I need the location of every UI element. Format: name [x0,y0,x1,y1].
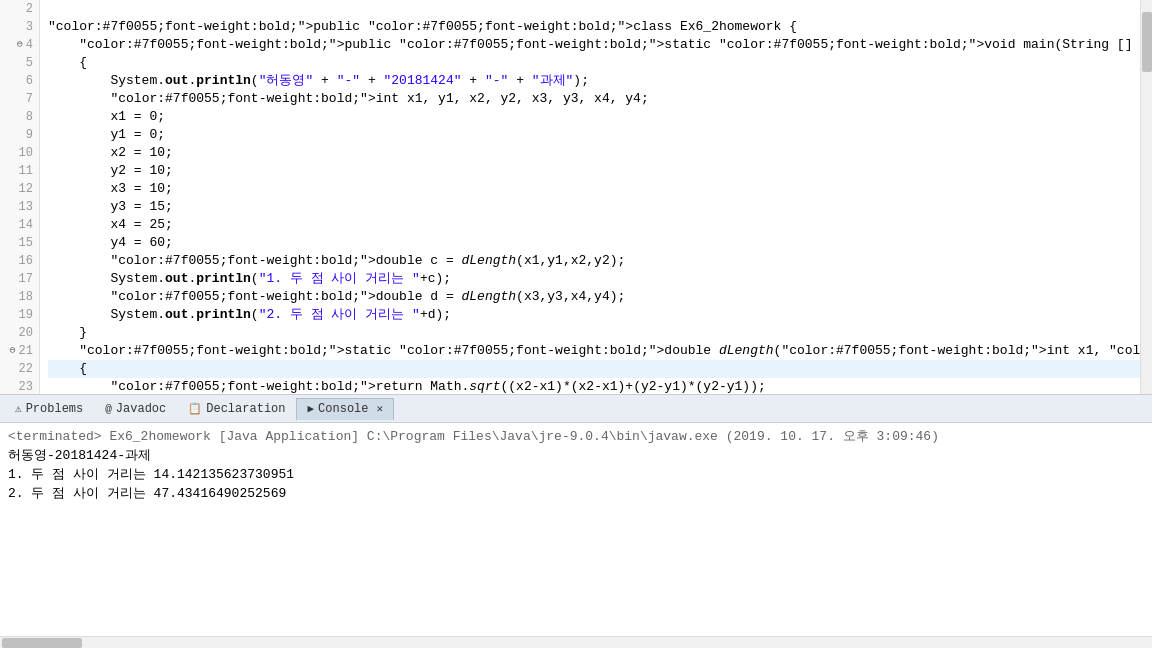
declaration-tab-label: Declaration [206,402,285,416]
problems-tab-icon: ⚠ [15,402,22,415]
bottom-panel: ⚠ Problems @ Javadoc 📋 Declaration ▶ Console ✕ <… [0,395,1152,648]
tab-declaration[interactable]: 📋 Declaration [177,398,296,420]
console-tab-label: Console [318,402,368,416]
line-number: 15 [6,234,33,252]
tab-console[interactable]: ▶ Console ✕ [296,398,394,420]
collapse-icon[interactable]: ⊖ [10,342,16,360]
line-number: 18 [6,288,33,306]
code-line[interactable]: "color:#7f0055;font-weight:bold;">return… [48,378,1152,394]
code-line[interactable]: System.out.println("2. 두 점 사이 거리는 "+d); [48,306,1152,324]
code-line[interactable]: "color:#7f0055;font-weight:bold;">static… [48,342,1152,360]
line-number: 14 [6,216,33,234]
line-number: 16 [6,252,33,270]
tab-problems[interactable]: ⚠ Problems [4,398,94,420]
line-number: 13 [6,198,33,216]
declaration-tab-icon: 📋 [188,402,202,415]
javadoc-tab-label: Javadoc [116,402,166,416]
code-line[interactable] [48,0,1152,18]
code-line[interactable]: y1 = 0; [48,126,1152,144]
editor-area: 23⊖4567891011121314151617181920⊖21222324… [0,0,1152,395]
code-line[interactable]: "color:#7f0055;font-weight:bold;">public… [48,36,1152,54]
line-number: 3 [6,18,33,36]
code-line[interactable]: x3 = 10; [48,180,1152,198]
line-number: ⊖4 [6,36,33,54]
line-numbers: 23⊖4567891011121314151617181920⊖21222324… [0,0,40,394]
line-number: 17 [6,270,33,288]
tab-javadoc[interactable]: @ Javadoc [94,398,177,420]
console-terminated-line: <terminated> Ex6_2homework [Java Applica… [8,427,1144,446]
code-line[interactable]: y4 = 60; [48,234,1152,252]
code-line[interactable]: "color:#7f0055;font-weight:bold;">double… [48,252,1152,270]
line-number: 11 [6,162,33,180]
code-line[interactable]: { [48,360,1152,378]
code-line[interactable]: x2 = 10; [48,144,1152,162]
console-output-line: 2. 두 점 사이 거리는 47.43416490252569 [8,484,1144,503]
code-line[interactable]: "color:#7f0055;font-weight:bold;">double… [48,288,1152,306]
collapse-icon[interactable]: ⊖ [17,36,23,54]
code-line[interactable]: x1 = 0; [48,108,1152,126]
console-output-line: 1. 두 점 사이 거리는 14.142135623730951 [8,465,1144,484]
line-number: 12 [6,180,33,198]
console-output: <terminated> Ex6_2homework [Java Applica… [0,423,1152,636]
line-number: 23 [6,378,33,394]
horizontal-scrollbar[interactable] [0,636,1152,648]
console-output-line: 허동영-20181424-과제 [8,446,1144,465]
code-content[interactable]: "color:#7f0055;font-weight:bold;">public… [40,0,1152,394]
code-line[interactable]: System.out.println("1. 두 점 사이 거리는 "+c); [48,270,1152,288]
line-number: 20 [6,324,33,342]
line-number: 9 [6,126,33,144]
code-line[interactable]: { [48,54,1152,72]
code-line[interactable]: y3 = 15; [48,198,1152,216]
vertical-scrollbar[interactable] [1140,0,1152,394]
code-line[interactable]: "color:#7f0055;font-weight:bold;">int x1… [48,90,1152,108]
line-number: 22 [6,360,33,378]
code-line[interactable]: } [48,324,1152,342]
line-number: 5 [6,54,33,72]
line-number: ⊖21 [6,342,33,360]
line-number: 7 [6,90,33,108]
line-number: 6 [6,72,33,90]
line-number: 2 [6,0,33,18]
console-close-icon[interactable]: ✕ [377,402,384,415]
line-number: 8 [6,108,33,126]
console-tab-icon: ▶ [307,402,314,415]
code-line[interactable]: System.out.println("허동영" + "-" + "201814… [48,72,1152,90]
code-line[interactable]: x4 = 25; [48,216,1152,234]
code-line[interactable]: "color:#7f0055;font-weight:bold;">public… [48,18,1152,36]
line-number: 19 [6,306,33,324]
javadoc-tab-icon: @ [105,403,112,415]
problems-tab-label: Problems [26,402,84,416]
tab-bar: ⚠ Problems @ Javadoc 📋 Declaration ▶ Console ✕ [0,395,1152,423]
code-line[interactable]: y2 = 10; [48,162,1152,180]
line-number: 10 [6,144,33,162]
ide-window: 23⊖4567891011121314151617181920⊖21222324… [0,0,1152,648]
